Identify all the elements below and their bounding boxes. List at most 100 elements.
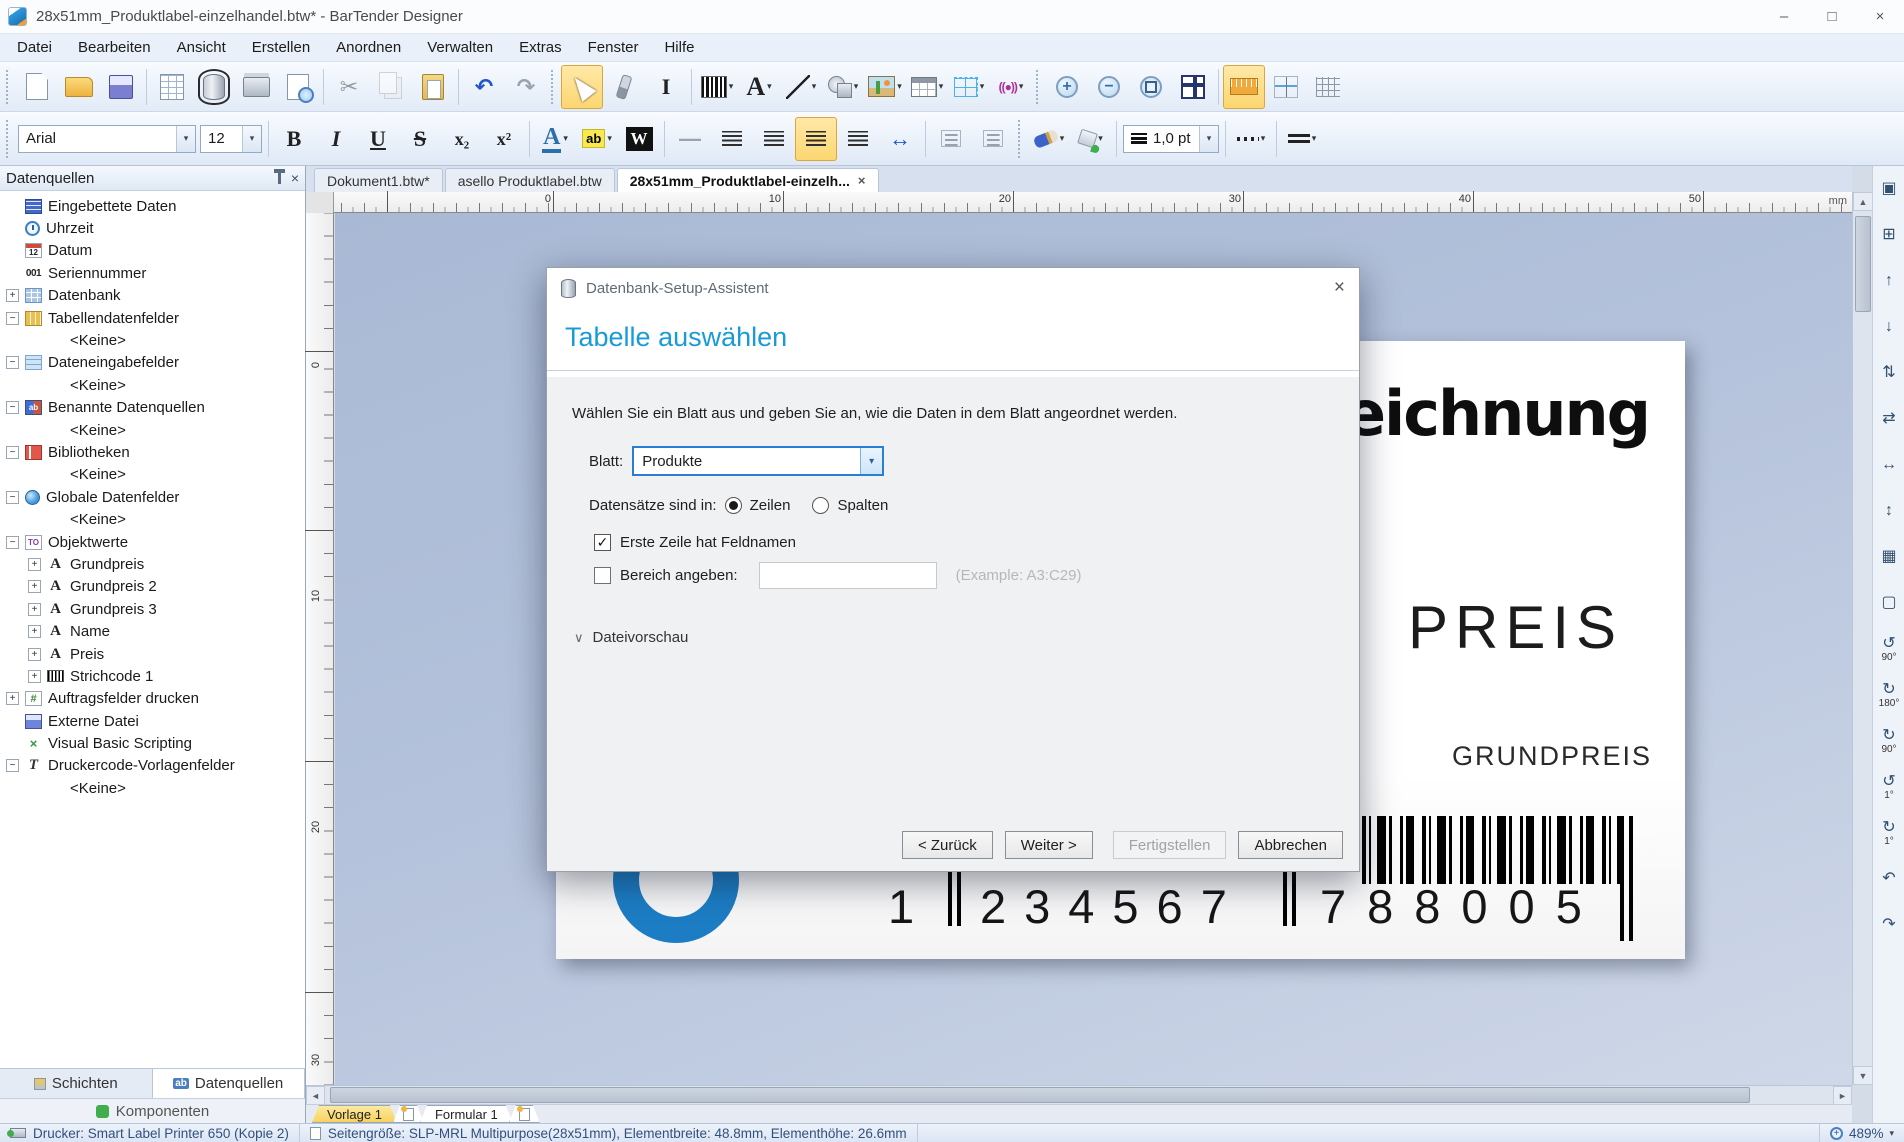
tree-item[interactable]: <Keine> (0, 419, 305, 441)
barcode-bars[interactable] (1362, 816, 1620, 884)
menu-item[interactable]: Bearbeiten (65, 35, 164, 60)
align-center-button[interactable] (753, 117, 795, 161)
tree-item[interactable]: − Dateneingabefelder (0, 352, 305, 374)
ungroup-icon[interactable]: ▢ (1873, 580, 1904, 626)
menu-item[interactable]: Hilfe (651, 35, 707, 60)
grid-toggle-icon[interactable] (1307, 65, 1349, 109)
redo-icon[interactable]: ↷ (505, 65, 547, 109)
justify-button[interactable] (837, 117, 879, 161)
page-setup-icon[interactable] (151, 65, 193, 109)
vertical-scrollbar[interactable]: ▲ ▼ (1852, 192, 1873, 1085)
dash-style-button[interactable]: ▾ (1230, 117, 1272, 161)
radio-rows[interactable] (724, 497, 742, 514)
snap-grid-icon[interactable]: ⊞ (1873, 212, 1904, 258)
label-price-text[interactable]: PREIS (1408, 593, 1623, 662)
dropdown-arrow-icon[interactable]: ▾ (1019, 81, 1024, 92)
back-button[interactable]: < Zurück (901, 831, 993, 859)
checkbox-range-label[interactable]: Bereich angeben: (620, 567, 738, 584)
insert-object-icon[interactable]: ▣ (1873, 166, 1904, 212)
ibeam-tool-icon[interactable]: I (645, 65, 687, 109)
tree-expander[interactable]: + (6, 289, 19, 303)
layout-grid-tool-icon[interactable]: ▾ (948, 65, 990, 109)
tree-item[interactable]: Eingebettete Daten (0, 195, 305, 217)
tab-components[interactable]: Komponenten (0, 1098, 305, 1123)
database-setup-icon[interactable] (193, 65, 235, 109)
file-preview-expander[interactable]: Dateivorschau (593, 629, 689, 646)
rotate-1-cw-icon[interactable]: ↻ 1° (1873, 810, 1904, 856)
strikethrough-button[interactable]: S (399, 117, 441, 161)
zoom-in-icon[interactable]: + (1046, 65, 1088, 109)
checkbox-first-row-label[interactable]: Erste Zeile hat Feldnamen (620, 534, 796, 551)
tree-item[interactable]: + A Preis (0, 643, 305, 665)
zoom-out-icon[interactable]: − (1088, 65, 1130, 109)
checkbox-specify-range[interactable] (594, 567, 611, 584)
tree-item[interactable]: − ab Benannte Datenquellen (0, 397, 305, 419)
next-button[interactable]: Weiter > (1004, 831, 1093, 859)
tree-item[interactable]: − Tabellendatenfelder (0, 307, 305, 329)
chevron-down-icon[interactable]: ∨ (574, 630, 584, 646)
menu-item[interactable]: Erstellen (239, 35, 323, 60)
tree-item[interactable]: + # Auftragsfelder drucken (0, 688, 305, 710)
subscript-button[interactable]: x₂ (441, 117, 483, 161)
tree-expander[interactable]: − (6, 535, 19, 549)
align-top-icon[interactable]: ↑ (1873, 258, 1904, 304)
tree-item[interactable]: + Strichcode 1 (0, 665, 305, 687)
label-headline-text[interactable]: eichnung (1344, 377, 1651, 450)
line-style-button[interactable]: ▾ (1281, 117, 1323, 161)
text-tool-icon[interactable]: A ▾ (738, 65, 780, 109)
scroll-up-icon[interactable]: ▲ (1853, 192, 1873, 211)
menu-item[interactable]: Ansicht (164, 35, 239, 60)
document-tab[interactable]: asello Produktlabel.btw (444, 168, 615, 192)
tree-expander[interactable]: + (6, 692, 19, 706)
maximize-button[interactable]: □ (1808, 0, 1856, 33)
scroll-right-icon[interactable]: ► (1833, 1086, 1852, 1105)
rfid-tool-icon[interactable]: ((●)) ▾ (990, 65, 1032, 109)
minimize-button[interactable]: – (1760, 0, 1808, 33)
checkbox-first-row-fieldnames[interactable]: ✓ (594, 534, 611, 551)
scroll-left-icon[interactable]: ◄ (306, 1086, 325, 1105)
flip-horizontal-icon[interactable]: ↶ (1873, 856, 1904, 902)
tree-expander[interactable]: + (28, 557, 41, 571)
dropdown-arrow-icon[interactable]: ▾ (897, 81, 902, 92)
vertical-align-top-button[interactable] (930, 117, 972, 161)
tree-expander[interactable] (6, 737, 19, 750)
chevron-down-icon[interactable]: ▾ (1098, 133, 1103, 144)
radio-columns[interactable] (812, 497, 830, 514)
tree-expander[interactable]: − (6, 356, 19, 370)
font-size-select[interactable]: 12 ▾ (200, 124, 262, 153)
new-template-tab[interactable] (393, 1105, 424, 1123)
tree-expander[interactable] (6, 267, 19, 280)
underline-button[interactable]: U (357, 117, 399, 161)
center-horizontal-icon[interactable]: ↔ (1873, 442, 1904, 488)
dropdown-arrow-icon[interactable]: ▾ (767, 81, 772, 92)
horizontal-scroll-thumb[interactable] (330, 1087, 1750, 1103)
align-left-button[interactable] (711, 117, 753, 161)
sheet-select[interactable]: Produkte ▾ (633, 447, 884, 475)
tree-item[interactable]: − T Druckercode-Vorlagenfelder (0, 755, 305, 777)
chevron-down-icon[interactable]: ▾ (1889, 1128, 1894, 1139)
chevron-down-icon[interactable]: ▾ (563, 133, 568, 144)
snap-icon[interactable] (1265, 65, 1307, 109)
tree-expander[interactable]: + (28, 625, 41, 639)
tree-expander[interactable]: − (6, 401, 19, 415)
rotate-90-cw-icon[interactable]: ↻ 90° (1873, 718, 1904, 764)
line-color-button[interactable]: ▾ (1028, 117, 1070, 161)
wordart-button[interactable]: W (618, 117, 660, 161)
bold-button[interactable]: B (273, 117, 315, 161)
dropdown-arrow-icon[interactable]: ▾ (854, 81, 859, 92)
close-tab-icon[interactable]: × (858, 173, 866, 188)
tree-item[interactable]: + A Name (0, 620, 305, 642)
document-tab[interactable]: 28x51mm_Produktlabel-einzelh... × (616, 168, 879, 192)
dropdown-arrow-icon[interactable]: ▾ (729, 81, 734, 92)
menu-item[interactable]: Datei (4, 35, 65, 60)
zoom-control[interactable]: + 489% ▾ (1818, 1124, 1904, 1142)
tab-layers[interactable]: Schichten (0, 1069, 153, 1098)
paste-icon[interactable] (412, 65, 454, 109)
chevron-down-icon[interactable]: ▾ (1199, 125, 1218, 152)
tree-item[interactable]: − Bibliotheken (0, 441, 305, 463)
table-tool-icon[interactable]: ▾ (906, 65, 948, 109)
chevron-down-icon[interactable]: ▾ (860, 448, 883, 474)
tree-item[interactable]: <Keine> (0, 508, 305, 530)
tree-expander[interactable]: − (6, 490, 19, 504)
font-family-select[interactable]: Arial ▾ (18, 124, 196, 153)
